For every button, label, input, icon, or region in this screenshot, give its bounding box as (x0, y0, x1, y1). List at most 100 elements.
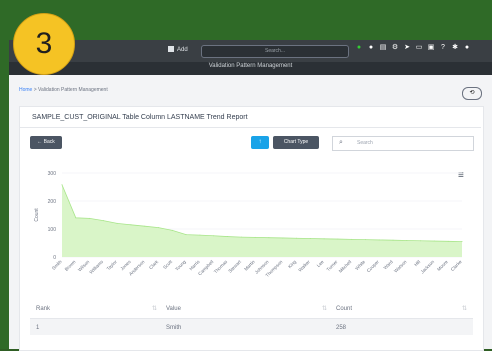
data-point[interactable] (254, 236, 256, 238)
data-point[interactable] (461, 241, 463, 243)
data-point[interactable] (61, 184, 63, 186)
x-tick-label: Thomas (213, 259, 229, 275)
breadcrumb: Home > Validation Pattern Management (19, 87, 108, 93)
breadcrumb-current: Validation Pattern Management (38, 87, 108, 93)
header-bar: Validation Pattern Management (9, 62, 492, 75)
data-point[interactable] (268, 237, 270, 239)
sort-icon[interactable]: ⇅ (152, 305, 157, 312)
data-point[interactable] (420, 240, 422, 242)
monitor-icon[interactable]: ▭ (415, 44, 423, 52)
data-point[interactable] (171, 229, 173, 231)
x-tick-label: White (354, 259, 366, 271)
search-placeholder: Search (357, 140, 373, 146)
header-count[interactable]: Count (336, 306, 352, 312)
x-tick-label: Stewart (227, 259, 242, 274)
data-point[interactable] (144, 225, 146, 227)
data-point[interactable] (102, 220, 104, 222)
data-point[interactable] (158, 227, 160, 229)
step-badge: 3 (13, 13, 75, 75)
leaf-icon[interactable]: ● (355, 44, 363, 52)
breadcrumb-separator: > (33, 87, 37, 93)
user-icon[interactable]: ● (463, 44, 471, 52)
x-tick-label: Lee (316, 259, 325, 268)
x-tick-label: Taylor (106, 259, 119, 272)
history-icon[interactable]: ⟲ (462, 87, 482, 100)
x-tick-label: Anderson (128, 259, 146, 277)
sort-icon[interactable]: ⇅ (462, 305, 467, 312)
add-button[interactable]: Add (168, 46, 188, 53)
data-point[interactable] (364, 239, 366, 241)
page-title: SAMPLE_CUST_ORIGINAL Table Column LASTNA… (32, 114, 248, 121)
help-icon[interactable]: ? (439, 44, 447, 52)
data-point[interactable] (337, 238, 339, 240)
circle-icon[interactable]: ● (367, 44, 375, 52)
gear-icon[interactable]: ⚙ (391, 44, 399, 52)
x-tick-label: Brown (64, 259, 77, 272)
document-icon[interactable]: ▤ (379, 44, 387, 52)
table-search-input[interactable]: ⌕ Search (332, 136, 474, 151)
x-tick-label: Ward (383, 259, 394, 270)
data-point[interactable] (323, 238, 325, 240)
chart-type-button[interactable]: Chart Type (273, 136, 319, 149)
x-tick-label: King (287, 259, 297, 269)
area-series (62, 184, 462, 257)
data-point[interactable] (309, 238, 311, 240)
data-point[interactable] (199, 234, 201, 236)
x-tick-label: Williams (88, 259, 104, 275)
pin-button[interactable]: ↑ (251, 136, 269, 149)
data-point[interactable] (295, 237, 297, 239)
table-header: Rank ⇅ Value ⇅ Count ⇅ (30, 300, 473, 319)
x-tick-label: Jackson (420, 259, 436, 275)
send-icon[interactable]: ➤ (403, 44, 411, 52)
breadcrumb-home[interactable]: Home (19, 87, 32, 93)
data-point[interactable] (130, 224, 132, 226)
x-tick-label: Scott (162, 259, 173, 270)
y-tick-label: 300 (48, 171, 57, 177)
x-tick-label: Hill (413, 259, 421, 267)
x-tick-label: Clarke (450, 259, 463, 272)
y-tick-label: 0 (53, 255, 56, 261)
data-point[interactable] (116, 222, 118, 224)
trend-chart: 0100200300CountSmith Brown WilsonWilliams T… (34, 171, 463, 278)
data-point[interactable] (240, 236, 242, 238)
x-tick-label: Clark (148, 259, 160, 271)
x-tick-label: Watson (393, 259, 408, 274)
nav-icons: ● ● ▤ ⚙ ➤ ▭ ▣ ? ✱ ● (355, 44, 471, 52)
data-point[interactable] (351, 238, 353, 240)
data-point[interactable] (282, 237, 284, 239)
x-tick-label: Mitchell (338, 259, 353, 274)
settings-icon[interactable]: ✱ (451, 44, 459, 52)
data-point[interactable] (406, 239, 408, 241)
sort-icon[interactable]: ⇅ (322, 305, 327, 312)
y-axis-label: Count (34, 208, 40, 222)
cell-count: 258 (336, 325, 347, 331)
y-tick-label: 200 (48, 199, 57, 205)
data-point[interactable] (89, 217, 91, 219)
x-tick-label: Campbell (197, 259, 214, 276)
add-icon (168, 46, 174, 52)
header-rank[interactable]: Rank (36, 306, 50, 312)
header-value[interactable]: Value (166, 306, 181, 312)
message-icon[interactable]: ▣ (427, 44, 435, 52)
search-icon: ⌕ (339, 139, 343, 146)
add-label: Add (177, 47, 188, 53)
back-button[interactable]: ← Back (30, 136, 62, 149)
data-point[interactable] (75, 217, 77, 219)
x-tick-label: Moore (436, 259, 449, 272)
data-point[interactable] (227, 236, 229, 238)
data-point[interactable] (392, 239, 394, 241)
cell-value: Smith (166, 325, 182, 331)
x-tick-label: Cooper (366, 259, 381, 274)
data-point[interactable] (447, 240, 449, 242)
x-tick-label: Young (174, 259, 187, 272)
data-point[interactable] (433, 240, 435, 242)
results-table: Rank ⇅ Value ⇅ Count ⇅ 1 Smith 258 (30, 300, 473, 335)
header-title: Validation Pattern Management (208, 63, 293, 69)
table-row[interactable]: 1 Smith 258 (30, 319, 473, 335)
y-tick-label: 100 (48, 227, 57, 233)
divider (20, 127, 481, 128)
global-search-input[interactable]: Search... (201, 45, 349, 58)
data-point[interactable] (378, 239, 380, 241)
data-point[interactable] (185, 234, 187, 236)
data-point[interactable] (213, 235, 215, 237)
